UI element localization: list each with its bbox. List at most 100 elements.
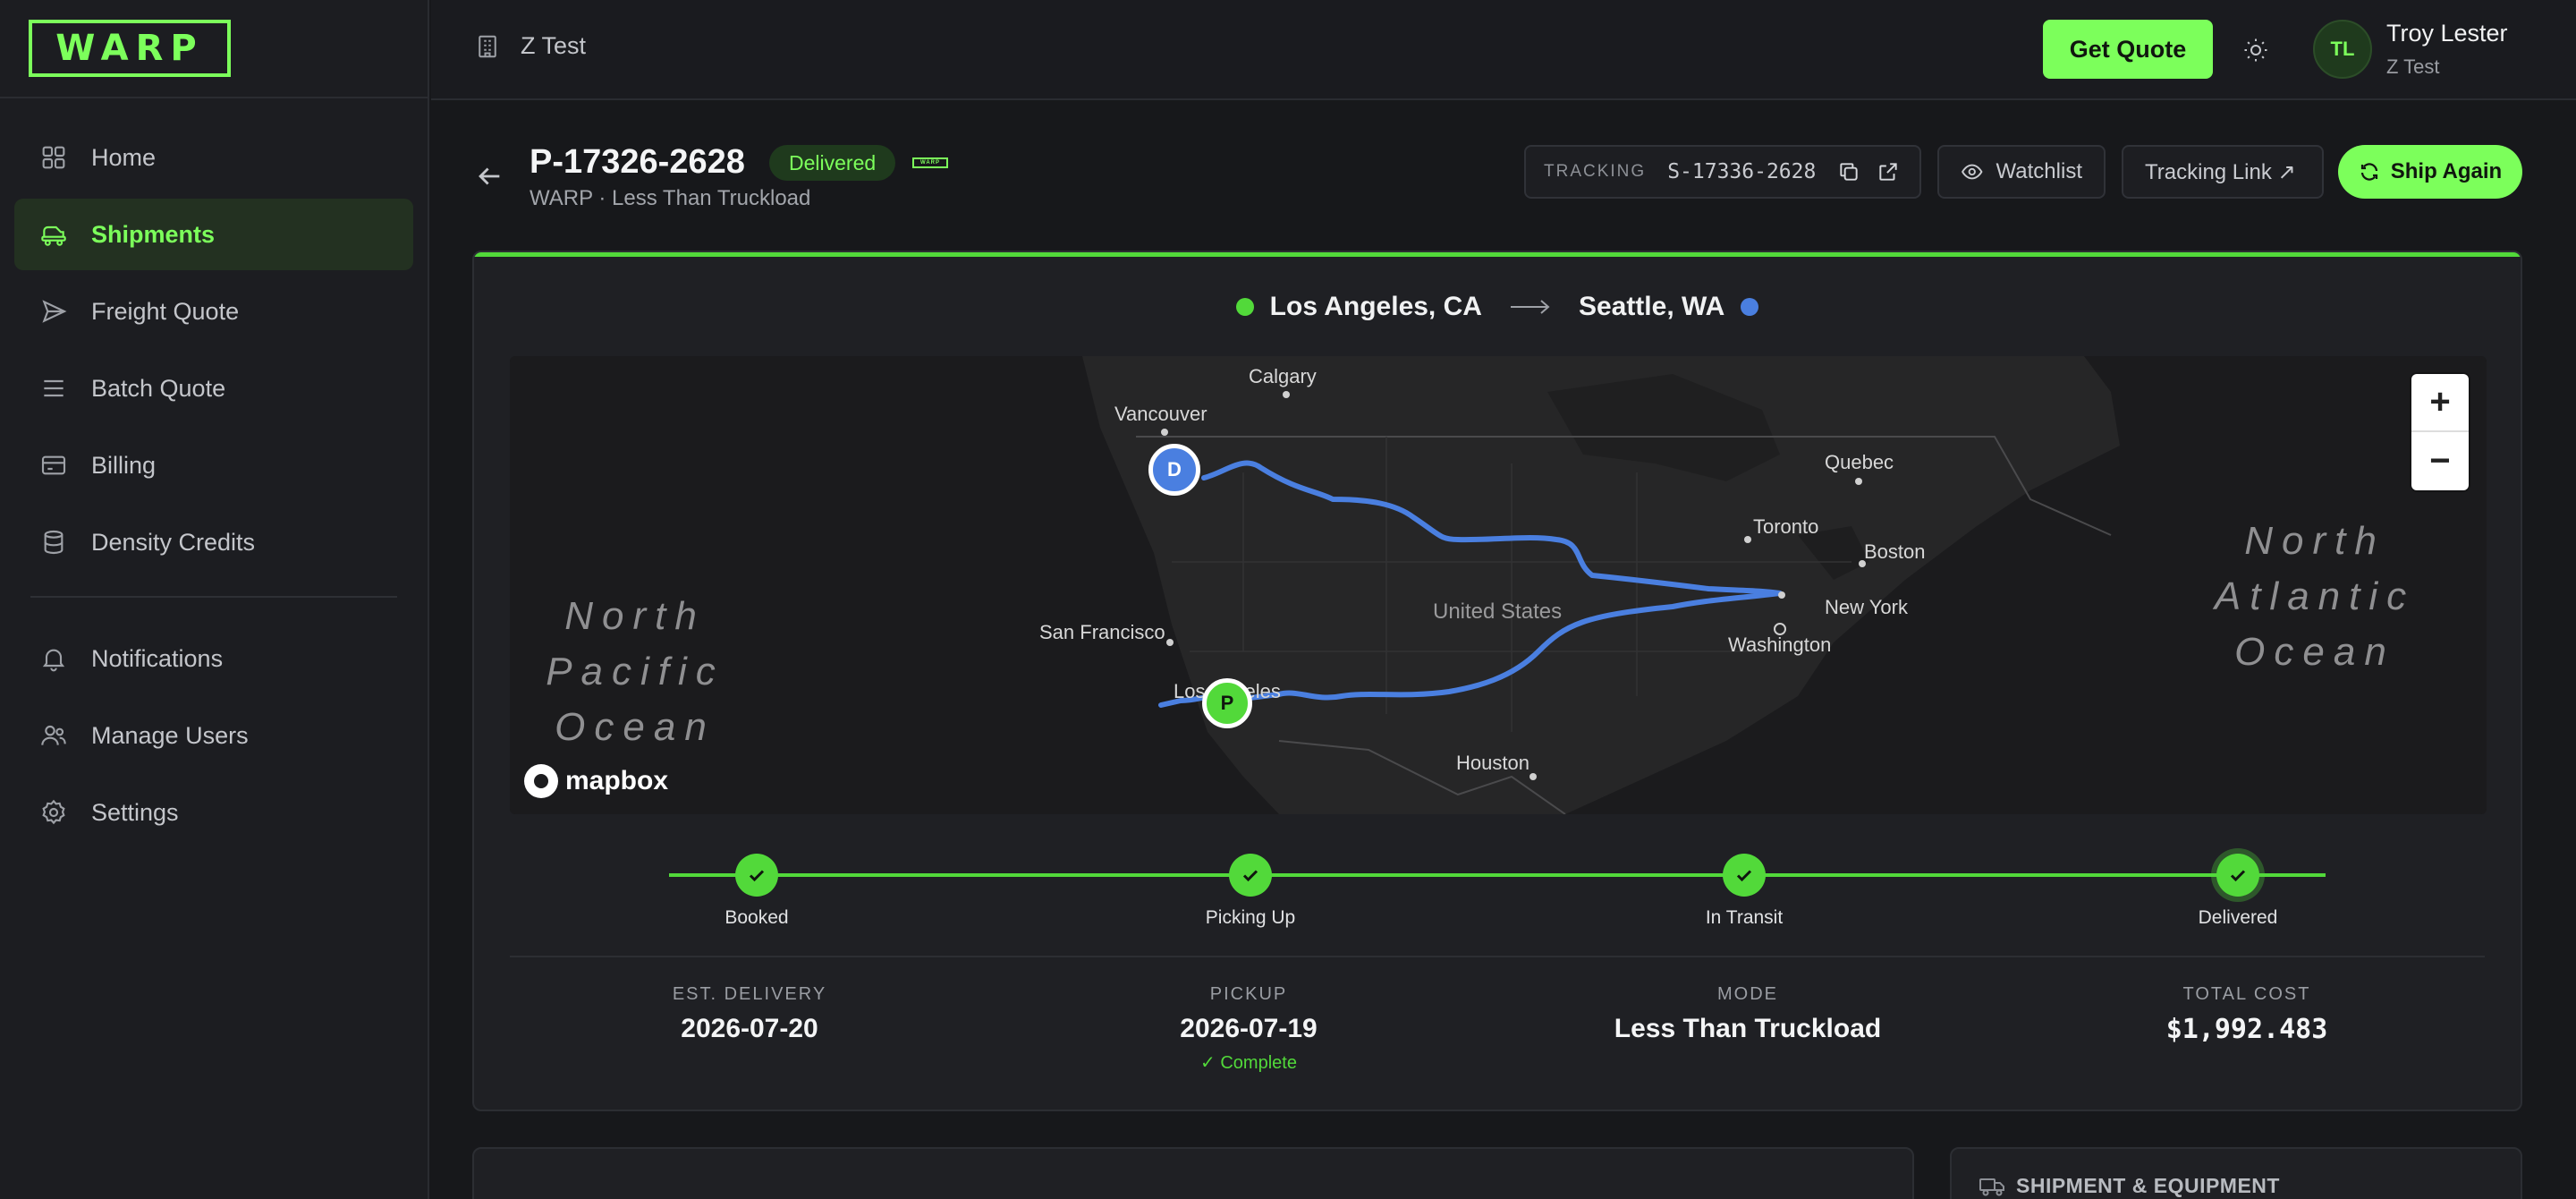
check-icon — [1229, 854, 1272, 897]
logo-area: WARP — [0, 0, 428, 98]
pickup-info: PICKUP 2026-07-19 ✓ Complete — [1025, 984, 1472, 1074]
est-delivery-label: EST. DELIVERY — [672, 984, 827, 1004]
progress-step-picking-up: Picking Up — [1161, 854, 1340, 929]
total-cost-value: $1,992.483 — [2165, 1014, 2328, 1045]
database-icon — [39, 528, 68, 557]
external-link-icon[interactable] — [1877, 160, 1900, 183]
equipment-title: SHIPMENT & EQUIPMENT — [1979, 1174, 2280, 1198]
users-icon — [39, 721, 68, 750]
warp-logo[interactable]: WARP — [29, 20, 231, 77]
sun-icon — [2244, 38, 2267, 62]
back-button[interactable] — [474, 161, 504, 191]
route-header: Los Angeles, CA Seattle, WA — [474, 292, 2521, 322]
bell-icon — [39, 644, 68, 673]
delivery-marker[interactable]: D — [1148, 444, 1200, 496]
sidebar-item-label: Density Credits — [91, 528, 256, 556]
map-canvas — [510, 356, 2487, 814]
sidebar-item-label: Home — [91, 143, 157, 171]
sidebar-item-label: Shipments — [91, 220, 216, 248]
map-label-vancouver: Vancouver — [1114, 403, 1208, 425]
status-badge: Delivered — [769, 145, 896, 181]
building-icon — [479, 35, 496, 57]
sidebar-item-label: Billing — [91, 451, 157, 479]
sidebar-item-home[interactable]: Home — [14, 122, 413, 193]
copy-icon[interactable] — [1837, 160, 1860, 183]
list-icon — [39, 374, 68, 403]
ship-again-button[interactable]: Ship Again — [2338, 145, 2522, 199]
mapbox-icon — [524, 764, 558, 798]
tracking-box: TRACKING S-17336-2628 — [1524, 145, 1921, 199]
tracking-label: TRACKING — [1544, 162, 1647, 181]
map-label-boston: Boston — [1864, 540, 1926, 563]
sidebar-item-settings[interactable]: Settings — [14, 777, 413, 848]
tracking-number: S-17336-2628 — [1667, 160, 1817, 183]
mode-value: Less Than Truckload — [1614, 1014, 1882, 1043]
sidebar-item-freight-quote[interactable]: Freight Quote — [14, 276, 413, 347]
arrow-left-icon — [479, 167, 500, 185]
get-quote-button[interactable]: Get Quote — [2043, 20, 2213, 79]
carrier-logo: WARP — [912, 157, 948, 168]
user-name: Troy Lester — [2386, 20, 2508, 47]
sidebar-divider — [30, 596, 397, 598]
route-map[interactable]: Calgary Vancouver Quebec Toronto Boston … — [510, 356, 2487, 814]
home-grid-icon — [39, 143, 68, 172]
truck-icon — [39, 220, 68, 249]
gear-icon — [39, 798, 68, 827]
map-label-north-pacific: North Pacific Ocean — [546, 594, 724, 749]
sidebar-item-label: Manage Users — [91, 721, 249, 749]
map-label-washington: Washington — [1728, 634, 1832, 656]
origin-dot — [1235, 298, 1254, 316]
sidebar-item-label: Freight Quote — [91, 297, 240, 325]
details-card — [472, 1147, 1914, 1199]
sidebar-item-notifications[interactable]: Notifications — [14, 623, 413, 694]
shipment-id: P-17326-2628 — [530, 143, 745, 181]
check-icon — [2216, 854, 2259, 897]
map-label-san-francisco: San Francisco — [1039, 621, 1165, 643]
card-accent-line — [474, 252, 2521, 257]
sidebar-item-label: Settings — [91, 798, 179, 826]
map-label-united-states: United States — [1433, 600, 1563, 624]
map-label-toronto: Toronto — [1753, 515, 1819, 538]
progress-line — [669, 873, 2326, 877]
progress-step-booked: Booked — [667, 854, 846, 929]
map-label-quebec: Quebec — [1825, 451, 1894, 473]
check-icon — [735, 854, 778, 897]
arrow-right-icon — [1510, 300, 1550, 314]
zoom-out-button[interactable]: − — [2411, 432, 2469, 490]
map-label-new-york: New York — [1825, 596, 1908, 618]
progress-step-in-transit: In Transit — [1655, 854, 1834, 929]
tracking-link-label: Tracking Link ↗ — [2145, 159, 2296, 184]
pickup-value: 2026-07-19 — [1180, 1014, 1318, 1043]
equipment-title-text: SHIPMENT & EQUIPMENT — [2016, 1174, 2280, 1197]
refresh-icon — [2360, 163, 2377, 181]
sidebar-item-billing[interactable]: Billing — [14, 429, 413, 501]
est-delivery-value: 2026-07-20 — [681, 1014, 818, 1043]
equipment-card: SHIPMENT & EQUIPMENT — [1950, 1147, 2522, 1199]
pickup-status: ✓ Complete — [1200, 1053, 1297, 1073]
watchlist-button[interactable]: Watchlist — [1937, 145, 2106, 199]
theme-toggle-button[interactable] — [2238, 32, 2274, 68]
avatar[interactable]: TL — [2313, 20, 2372, 79]
eye-icon — [1962, 164, 1983, 180]
zoom-in-button[interactable]: + — [2411, 374, 2469, 432]
zoom-controls: + − — [2411, 374, 2469, 490]
step-label: Picking Up — [1205, 907, 1296, 928]
mapbox-attribution[interactable]: mapbox — [524, 764, 668, 798]
tracking-link-button[interactable]: Tracking Link ↗ — [2122, 145, 2324, 199]
user-org: Z Test — [2386, 55, 2440, 78]
watchlist-label: Watchlist — [1996, 159, 2082, 183]
sidebar-item-batch-quote[interactable]: Batch Quote — [14, 353, 413, 424]
sidebar-item-density-credits[interactable]: Density Credits — [14, 506, 413, 578]
sidebar-nav: Home Shipments Freight Quote Batch Quote… — [14, 122, 413, 854]
pickup-marker[interactable]: P — [1202, 678, 1252, 728]
send-icon — [39, 297, 68, 326]
org-name: Z Test — [521, 32, 587, 59]
org-switcher[interactable]: Z Test — [474, 32, 586, 60]
mapbox-label: mapbox — [565, 766, 669, 795]
shipment-progress: Booked Picking Up In Transit Delivered — [474, 834, 2521, 928]
sidebar-item-shipments[interactable]: Shipments — [14, 199, 413, 270]
mode-label: MODE — [1717, 984, 1778, 1004]
sidebar-item-manage-users[interactable]: Manage Users — [14, 700, 413, 771]
step-label: Delivered — [2198, 907, 2278, 928]
truck-icon — [1979, 1178, 2004, 1195]
